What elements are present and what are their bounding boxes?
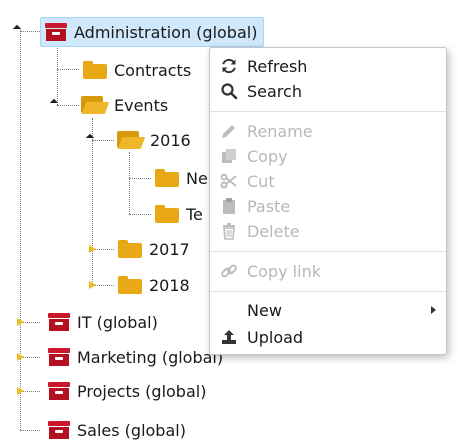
trash-icon [219,221,239,241]
menu-item-delete[interactable]: Delete [210,219,446,243]
tree-node-label: Administration (global) [74,22,258,42]
menu-item-label: New [247,300,282,320]
connector [57,105,79,106]
submenu-arrow-icon [431,306,436,314]
menu-item-cut[interactable]: Cut [210,169,446,193]
tree-node-label: Marketing (global) [77,347,224,367]
expand-toggle-it[interactable] [17,318,24,326]
connector [57,69,79,70]
connector [92,140,114,141]
tree-node-ne[interactable]: Ne [155,163,208,193]
tree-node-label: IT (global) [77,312,158,332]
copy-icon [219,146,239,166]
search-icon [219,81,239,101]
tree-node-2016[interactable]: 2016 [117,125,191,155]
menu-item-copy-link[interactable]: Copy link [210,259,446,283]
folder-open-icon [117,131,146,149]
menu-item-label: Copy link [247,261,321,281]
folder-icon [155,169,179,187]
connector [129,214,151,215]
archive-icon [48,382,70,400]
menu-item-new[interactable]: New [210,298,446,322]
expand-toggle-2017[interactable] [89,245,96,253]
menu-item-refresh[interactable]: Refresh [210,54,446,78]
connector [129,178,151,179]
folder-icon [155,205,179,223]
menu-item-label: Copy [247,146,288,166]
folder-icon [83,61,107,79]
connector [20,31,40,32]
tree-node-label: 2016 [150,130,191,150]
tree-node-label: Projects (global) [77,381,207,401]
folder-open-icon [81,96,110,114]
pencil-icon [219,121,239,141]
expand-toggle-2018[interactable] [89,281,96,289]
archive-icon [48,348,70,366]
tree-node-contracts[interactable]: Contracts [83,55,191,85]
connector [20,430,40,431]
menu-item-label: Refresh [247,56,308,76]
menu-item-label: Delete [247,221,300,241]
scissors-icon [219,171,239,191]
expand-toggle-marketing[interactable] [17,353,24,361]
menu-item-rename[interactable]: Rename [210,119,446,143]
menu-item-label: Rename [247,121,313,141]
tree-node-it[interactable]: IT (global) [48,307,158,337]
tree-node-label: Sales (global) [77,420,186,440]
link-icon [219,261,239,281]
menu-separator [210,111,446,112]
upload-icon [219,327,239,347]
menu-item-label: Upload [247,327,304,347]
tree-node-2018[interactable]: 2018 [118,270,190,300]
tree-guide-admin [57,48,58,105]
menu-separator [210,291,446,292]
menu-item-copy[interactable]: Copy [210,144,446,168]
menu-item-paste[interactable]: Paste [210,194,446,218]
menu-item-label: Search [247,81,302,101]
tree-node-2017[interactable]: 2017 [118,234,190,264]
tree-node-te[interactable]: Te [155,199,203,229]
tree-guide-root [20,30,21,430]
menu-item-upload[interactable]: Upload [210,325,446,349]
tree-node-label: Contracts [114,60,192,80]
menu-item-label: Cut [247,171,275,191]
tree-node-label: Events [114,95,169,115]
folder-icon [118,240,142,258]
tree-node-label: Te [186,204,203,224]
context-menu: Refresh Search Rename Copy Cut Paste Del… [209,47,447,355]
expand-toggle-projects[interactable] [17,387,24,395]
menu-separator [210,251,446,252]
menu-item-search[interactable]: Search [210,79,446,103]
tree-node-label: Ne [186,168,208,188]
clipboard-icon [219,196,239,216]
tree-node-events[interactable]: Events [81,90,168,120]
folder-icon [118,276,142,294]
archive-icon [45,23,67,41]
menu-item-label: Paste [247,196,291,216]
tree-node-projects[interactable]: Projects (global) [48,376,206,406]
tree-node-label: 2018 [149,275,190,295]
tree-node-marketing[interactable]: Marketing (global) [48,342,223,372]
archive-icon [48,421,70,439]
tree-node-label: 2017 [149,239,190,259]
archive-icon [48,313,70,331]
tree-guide-events [92,118,93,286]
tree-node-administration[interactable]: Administration (global) [40,17,265,47]
tree-guide-2016 [129,152,130,214]
refresh-icon [219,56,239,76]
